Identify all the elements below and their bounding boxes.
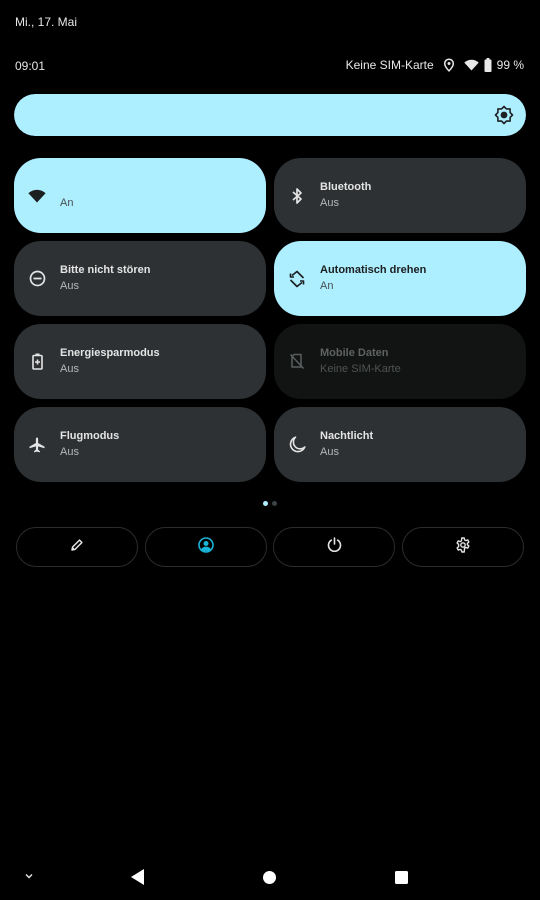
- page-dot-1[interactable]: [263, 501, 268, 506]
- pencil-icon: [70, 538, 84, 557]
- location-icon: [443, 58, 455, 72]
- page-indicator: [0, 501, 540, 506]
- recents-icon[interactable]: [394, 870, 409, 885]
- tile-title: Bitte nicht stören: [60, 264, 151, 276]
- moon-icon: [288, 436, 306, 454]
- edit-button[interactable]: [16, 527, 138, 567]
- tile-mobile-data[interactable]: Mobile Daten Keine SIM-Karte: [274, 324, 526, 399]
- tile-title: Automatisch drehen: [320, 264, 427, 276]
- tile-subtitle: An: [60, 197, 74, 209]
- tile-subtitle: Keine SIM-Karte: [320, 363, 401, 375]
- page-dot-2[interactable]: [272, 501, 277, 506]
- battery-saver-icon: [28, 353, 46, 371]
- no-sim-icon: [288, 353, 306, 371]
- bluetooth-icon: [288, 187, 306, 205]
- tile-title: Energiesparmodus: [60, 347, 160, 359]
- collapse-chevron-icon[interactable]: [23, 872, 35, 880]
- tile-battery-saver[interactable]: Energiesparmodus Aus: [14, 324, 266, 399]
- carrier-label: Keine SIM-Karte: [345, 58, 434, 72]
- wifi-icon: [463, 59, 479, 71]
- gear-icon: [455, 536, 471, 558]
- tile-night-light[interactable]: Nachtlicht Aus: [274, 407, 526, 482]
- tile-airplane-mode[interactable]: Flugmodus Aus: [14, 407, 266, 482]
- tile-auto-rotate[interactable]: Automatisch drehen An: [274, 241, 526, 316]
- airplane-icon: [28, 436, 46, 454]
- status-icons: Keine SIM-Karte 99 %: [346, 57, 524, 73]
- brightness-icon: [494, 105, 514, 125]
- user-button[interactable]: [144, 527, 267, 567]
- power-button[interactable]: [273, 527, 396, 567]
- tile-do-not-disturb[interactable]: Bitte nicht stören Aus: [14, 241, 266, 316]
- tile-title: Nachtlicht: [320, 430, 374, 442]
- tile-subtitle: Aus: [60, 446, 79, 458]
- tile-subtitle: Aus: [320, 197, 339, 209]
- tile-wifi[interactable]: An: [14, 158, 266, 233]
- wifi-icon: [28, 187, 46, 205]
- tile-subtitle: An: [320, 280, 334, 292]
- do-not-disturb-icon: [28, 270, 46, 288]
- quick-settings-tiles: An Bluetooth Aus Bitte nicht stören Aus …: [14, 158, 526, 482]
- clock: 09:01: [15, 59, 46, 73]
- tile-subtitle: Aus: [60, 280, 79, 292]
- auto-rotate-icon: [288, 270, 306, 288]
- tile-subtitle: Aus: [60, 363, 79, 375]
- tile-subtitle: Aus: [320, 446, 339, 458]
- tile-title: Mobile Daten: [320, 347, 389, 359]
- quick-settings-footer: [16, 527, 524, 567]
- navigation-bar: [0, 860, 540, 900]
- tile-title: Flugmodus: [60, 430, 120, 442]
- tile-bluetooth[interactable]: Bluetooth Aus: [274, 158, 526, 233]
- brightness-slider[interactable]: [14, 94, 526, 136]
- back-icon[interactable]: [130, 868, 146, 886]
- tile-title: Bluetooth: [320, 181, 372, 193]
- settings-button[interactable]: [401, 527, 524, 567]
- battery-icon: [484, 58, 492, 72]
- home-icon[interactable]: [262, 870, 277, 885]
- brightness-slider-fill: [14, 94, 526, 136]
- power-icon: [327, 537, 342, 557]
- user-account-icon: [197, 536, 214, 558]
- battery-percent: 99 %: [496, 58, 524, 72]
- date-label: Mi., 17. Mai: [15, 15, 78, 29]
